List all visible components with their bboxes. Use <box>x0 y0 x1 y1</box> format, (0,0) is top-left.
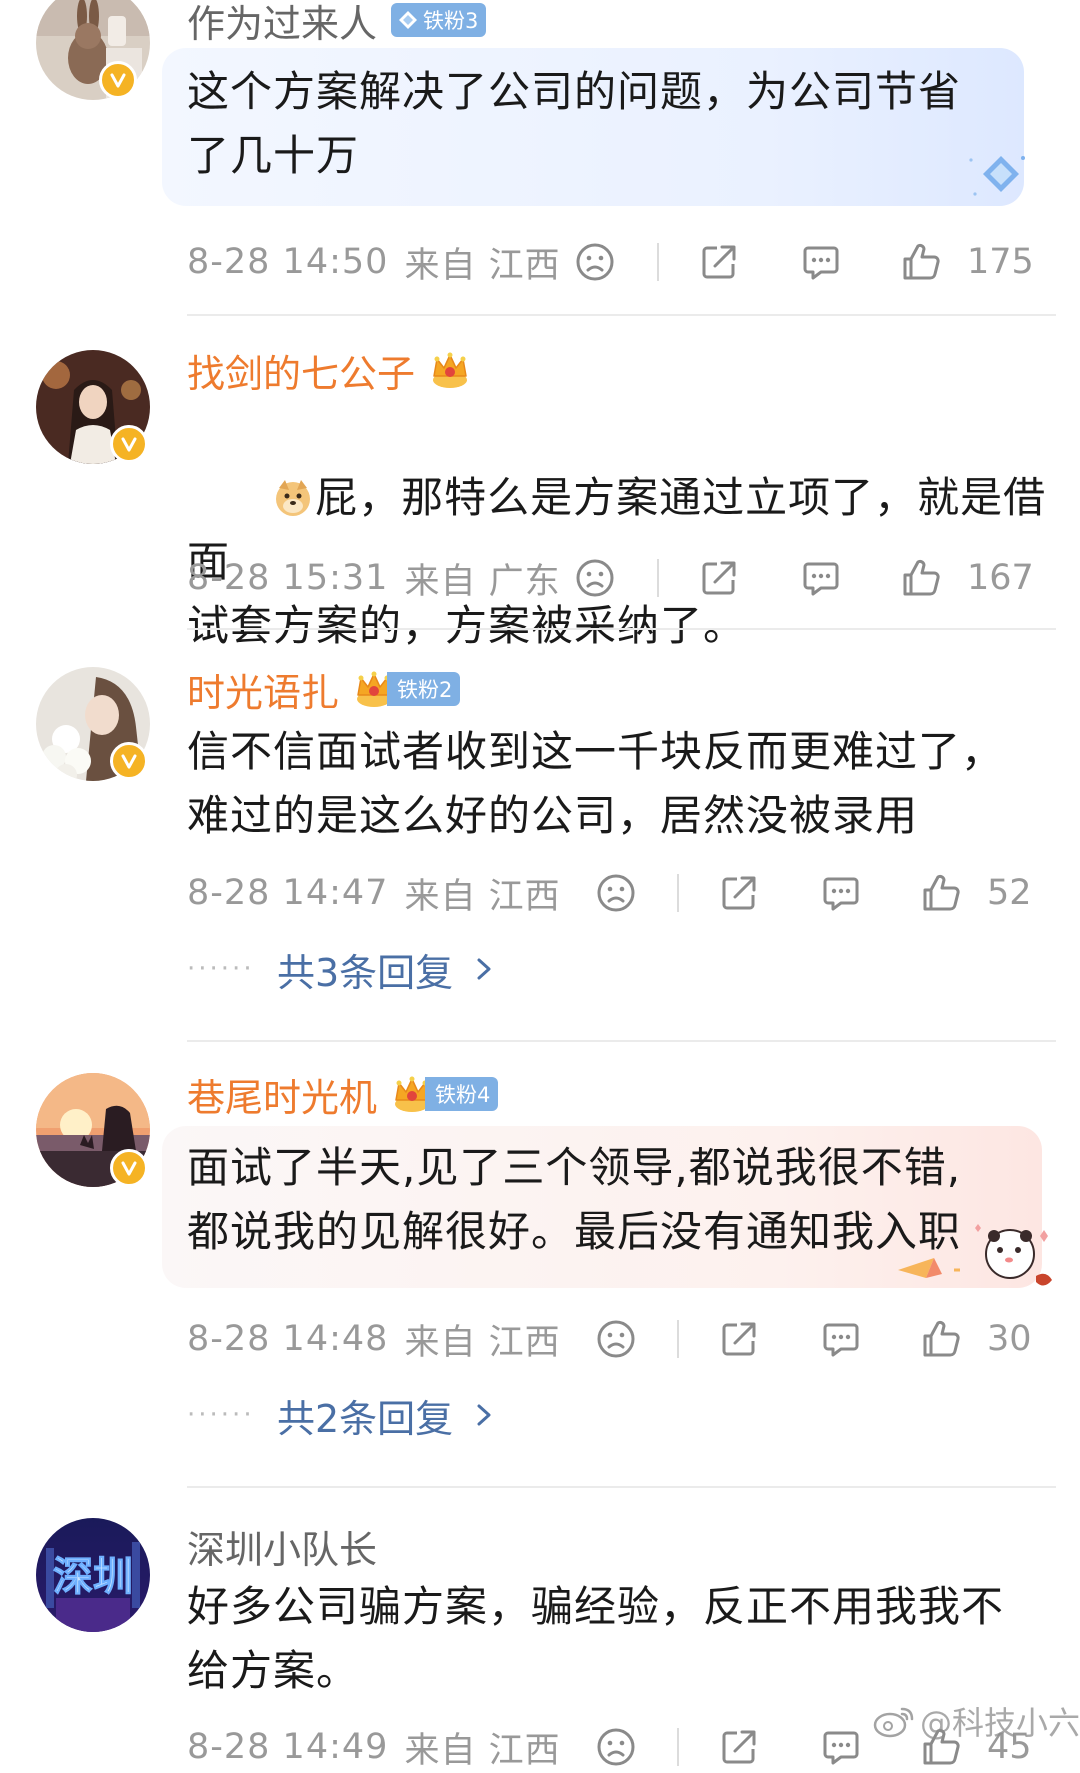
comment-text: 这个方案解决了公司的问题，为公司节省 了几十万 <box>187 67 962 180</box>
diamond-icon <box>397 9 419 31</box>
username[interactable]: 时光语扎 <box>187 662 339 717</box>
avatar[interactable]: 深圳 <box>36 1518 150 1632</box>
comment-icon[interactable] <box>819 1317 863 1361</box>
username[interactable]: 作为过来人 <box>187 0 377 48</box>
watermark-text: @科技小六 <box>920 1704 1080 1742</box>
reply-dots: ······ <box>187 1400 255 1430</box>
comment-divider <box>187 1486 1056 1488</box>
doge-emoji-icon <box>276 480 311 516</box>
sad-face-icon[interactable] <box>594 871 638 915</box>
comment-location: 来自 江西 <box>404 876 561 917</box>
sad-face-icon[interactable] <box>573 240 617 284</box>
sad-face-icon[interactable] <box>573 556 617 600</box>
fan-badge-label: 铁粉2 <box>397 678 453 702</box>
action-divider <box>657 559 659 597</box>
action-divider <box>677 1320 679 1358</box>
reply-count-label: 共3条回复 <box>277 950 454 995</box>
comment-location: 来自 江西 <box>404 1322 561 1363</box>
view-replies-link[interactable]: ······ 共3条回复 <box>187 944 497 995</box>
comment-icon[interactable] <box>799 556 843 600</box>
thumbs-up-icon[interactable] <box>899 556 943 600</box>
action-divider <box>657 243 659 281</box>
comment-text: 信不信面试者收到这一千块反而更难过了， 难过的是这么好的公司，居然没被录用 <box>187 727 1005 840</box>
verified-v-icon <box>99 61 137 99</box>
comment-text: 好多公司骗方案，骗经验，反正不用我我不 给方案。 <box>187 1582 1005 1695</box>
fan-badge: 铁粉2 <box>387 672 461 706</box>
comment-location: 来自 江西 <box>404 245 561 286</box>
action-divider <box>677 874 679 912</box>
comment-icon[interactable] <box>799 240 843 284</box>
comment-location: 来自 广东 <box>404 561 561 602</box>
comment-time: 8-28 14:49 <box>187 1727 389 1767</box>
weibo-logo-icon <box>873 1707 914 1738</box>
share-icon[interactable] <box>717 1317 761 1361</box>
thumbs-up-icon[interactable] <box>919 1317 963 1361</box>
like-count: 167 <box>967 558 1034 598</box>
username[interactable]: 巷尾时光机 <box>187 1067 377 1122</box>
comment-time: 8-28 15:31 <box>187 558 389 598</box>
share-icon[interactable] <box>697 240 741 284</box>
verified-v-icon <box>110 742 148 780</box>
chevron-right-icon <box>471 1400 497 1430</box>
comment-text: 面试了半天,见了三个领导,都说我很不错, 都说我的见解很好。最后没有通知我入职 <box>187 1143 962 1256</box>
comment-time: 8-28 14:47 <box>187 873 389 913</box>
comment-icon[interactable] <box>819 1725 863 1769</box>
username[interactable]: 深圳小队长 <box>187 1519 377 1574</box>
thumbs-up-icon[interactable] <box>919 871 963 915</box>
like-count: 175 <box>967 242 1034 282</box>
share-icon[interactable] <box>697 556 741 600</box>
comment-icon[interactable] <box>819 871 863 915</box>
avatar-text: 深圳 <box>53 1554 133 1600</box>
comment-time: 8-28 14:48 <box>187 1319 389 1359</box>
comment-time: 8-28 14:50 <box>187 242 389 282</box>
thumbs-up-icon[interactable] <box>899 240 943 284</box>
verified-v-icon <box>110 1149 148 1187</box>
fan-badge-label: 铁粉3 <box>423 9 479 33</box>
fan-badge: 铁粉4 <box>425 1077 499 1111</box>
like-count: 52 <box>987 873 1032 913</box>
comment-divider <box>187 314 1056 316</box>
fan-badge-label: 铁粉4 <box>435 1083 491 1107</box>
sad-face-icon[interactable] <box>594 1725 638 1769</box>
share-icon[interactable] <box>717 1725 761 1769</box>
verified-v-icon <box>110 425 148 463</box>
like-count: 30 <box>987 1319 1032 1359</box>
action-divider <box>677 1728 679 1766</box>
fan-badge: 铁粉3 <box>391 3 487 37</box>
username[interactable]: 找剑的七公子 <box>187 343 415 398</box>
share-icon[interactable] <box>717 871 761 915</box>
comment-divider <box>187 1040 1056 1042</box>
comment-feed: 作为过来人 铁粉3 这个方案解决了公司的问题，为公司节省 了几十万 8-28 1… <box>0 0 1080 1773</box>
crown-icon <box>429 350 471 390</box>
comment-divider <box>187 628 1056 630</box>
chevron-right-icon <box>471 954 497 984</box>
comment-location: 来自 江西 <box>404 1730 561 1771</box>
reply-count-label: 共2条回复 <box>277 1396 454 1441</box>
watermark: @科技小六 <box>872 1698 1080 1744</box>
reply-dots: ······ <box>187 954 255 984</box>
view-replies-link[interactable]: ······ 共2条回复 <box>187 1390 497 1441</box>
sad-face-icon[interactable] <box>594 1317 638 1361</box>
